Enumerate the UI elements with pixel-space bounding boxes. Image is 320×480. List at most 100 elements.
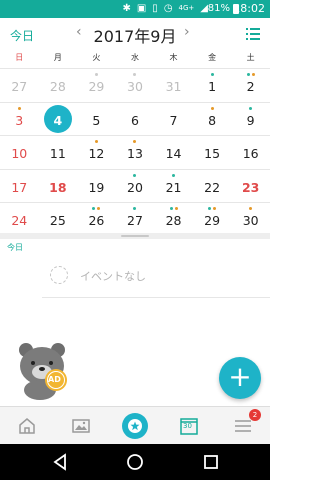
day-number: 25 [49, 213, 66, 228]
day-number: 27 [11, 79, 28, 94]
bottom-navigation: 30 2 [0, 406, 270, 444]
day-cell[interactable]: 18 [39, 170, 78, 203]
calendar-30-icon[interactable]: 30 [162, 407, 216, 445]
day-cell[interactable]: 30 [116, 69, 155, 102]
week-row: 17 18 19 20 21 22 23 [0, 168, 270, 203]
event-list-item[interactable]: イベントなし [42, 262, 270, 298]
day-cell[interactable]: 27 [116, 203, 155, 236]
event-dots [193, 106, 232, 110]
day-number: 8 [208, 112, 217, 128]
day-cell[interactable]: 15 [193, 136, 232, 169]
day-number: 5 [92, 112, 101, 128]
back-icon[interactable] [52, 453, 68, 471]
day-cell[interactable]: 4 [39, 103, 78, 136]
day-cell[interactable]: 11 [39, 136, 78, 169]
event-dot [133, 73, 137, 76]
home-circle-icon[interactable] [126, 453, 144, 471]
day-cell[interactable]: 30 [231, 203, 270, 236]
day-number: 15 [204, 146, 221, 161]
event-dot [133, 173, 137, 177]
day-cell[interactable]: 6 [116, 103, 155, 136]
status-icons: ✱ ▣ ▯ ◷ 4G+ ◢ [122, 3, 208, 14]
recents-icon[interactable] [203, 453, 219, 471]
day-cell[interactable]: 13 [116, 136, 155, 169]
vibrate-icon: ▯ [152, 3, 158, 14]
system-navigation-bar [0, 444, 270, 480]
day-cell[interactable]: 10 [0, 136, 39, 169]
day-cell[interactable]: 14 [154, 136, 193, 169]
day-number: 1 [208, 79, 217, 94]
network-type: 4G+ [178, 4, 195, 12]
drag-handle[interactable] [121, 235, 149, 237]
weekday-label: 金 [208, 53, 217, 62]
day-number: 11 [49, 146, 66, 161]
event-dots [116, 73, 155, 76]
day-cell[interactable]: 20 [116, 170, 155, 203]
day-cell[interactable]: 8 [193, 103, 232, 136]
empty-event-icon [50, 266, 68, 284]
day-cell[interactable]: 26 [77, 203, 116, 236]
panel-divider[interactable] [0, 233, 270, 239]
day-number: 4 [53, 112, 63, 128]
day-number: 22 [204, 179, 221, 195]
day-cell[interactable]: 23 [231, 170, 270, 203]
day-cell[interactable]: 1 [193, 69, 232, 102]
day-cell[interactable]: 27 [0, 69, 39, 102]
day-cell[interactable]: 7 [154, 103, 193, 136]
day-cell[interactable]: 28 [39, 69, 78, 102]
ad-bear-icon[interactable]: AD [16, 340, 72, 402]
day-cell[interactable]: 9 [231, 103, 270, 136]
weekday-label: 木 [169, 53, 178, 62]
event-dots [77, 140, 116, 143]
day-cell[interactable]: 28 [154, 203, 193, 236]
event-dot [17, 106, 21, 110]
day-cell[interactable]: 5 [77, 103, 116, 136]
day-cell[interactable]: 29 [193, 203, 232, 236]
home-icon[interactable] [0, 407, 54, 445]
event-dot [172, 173, 176, 177]
day-number: 27 [127, 213, 143, 228]
day-cell[interactable]: 19 [77, 170, 116, 203]
gallery-icon[interactable] [54, 407, 108, 445]
event-dot [94, 140, 98, 143]
week-row: 10 11 12 13 14 15 16 [0, 135, 270, 169]
day-cell[interactable]: 31 [154, 69, 193, 102]
day-number: 7 [169, 112, 178, 128]
event-dot [213, 207, 217, 210]
next-month-button[interactable]: › [184, 24, 190, 40]
day-cell[interactable]: 17 [0, 170, 39, 203]
event-dots [116, 207, 155, 210]
day-number: 12 [88, 146, 105, 161]
event-dot [92, 207, 96, 210]
list-view-icon[interactable] [246, 28, 260, 40]
calendar-day-number: 30 [183, 422, 192, 430]
month-title: 2017年9月 [93, 27, 177, 46]
day-number: 30 [127, 79, 143, 94]
day-number: 16 [242, 146, 259, 161]
weekday-label: 月 [53, 53, 62, 62]
event-dots [231, 106, 270, 110]
event-dot [249, 106, 253, 110]
add-event-button[interactable]: + [219, 357, 261, 399]
day-cell[interactable]: 21 [154, 170, 193, 203]
day-number: 10 [11, 146, 28, 161]
day-cell[interactable]: 25 [39, 203, 78, 236]
day-cell[interactable]: 2 [231, 69, 270, 102]
day-cell[interactable]: 29 [77, 69, 116, 102]
event-dot [169, 207, 173, 210]
week-row: 3 4 5 6 7 8 9 [0, 101, 270, 136]
day-cell[interactable]: 16 [231, 136, 270, 169]
star-center-icon[interactable] [108, 407, 162, 445]
no-events-text: イベントなし [80, 270, 146, 283]
event-dot [246, 73, 250, 76]
day-number: 3 [15, 112, 24, 128]
day-cell[interactable]: 22 [193, 170, 232, 203]
calendar-header: 今日 ‹ 2017年9月 › [0, 18, 270, 50]
day-cell[interactable]: 3 [0, 103, 39, 136]
event-dot [133, 207, 137, 210]
event-dots [154, 207, 193, 210]
menu-icon[interactable]: 2 [216, 407, 270, 445]
event-dots [193, 207, 232, 210]
day-cell[interactable]: 24 [0, 203, 39, 236]
day-cell[interactable]: 12 [77, 136, 116, 169]
